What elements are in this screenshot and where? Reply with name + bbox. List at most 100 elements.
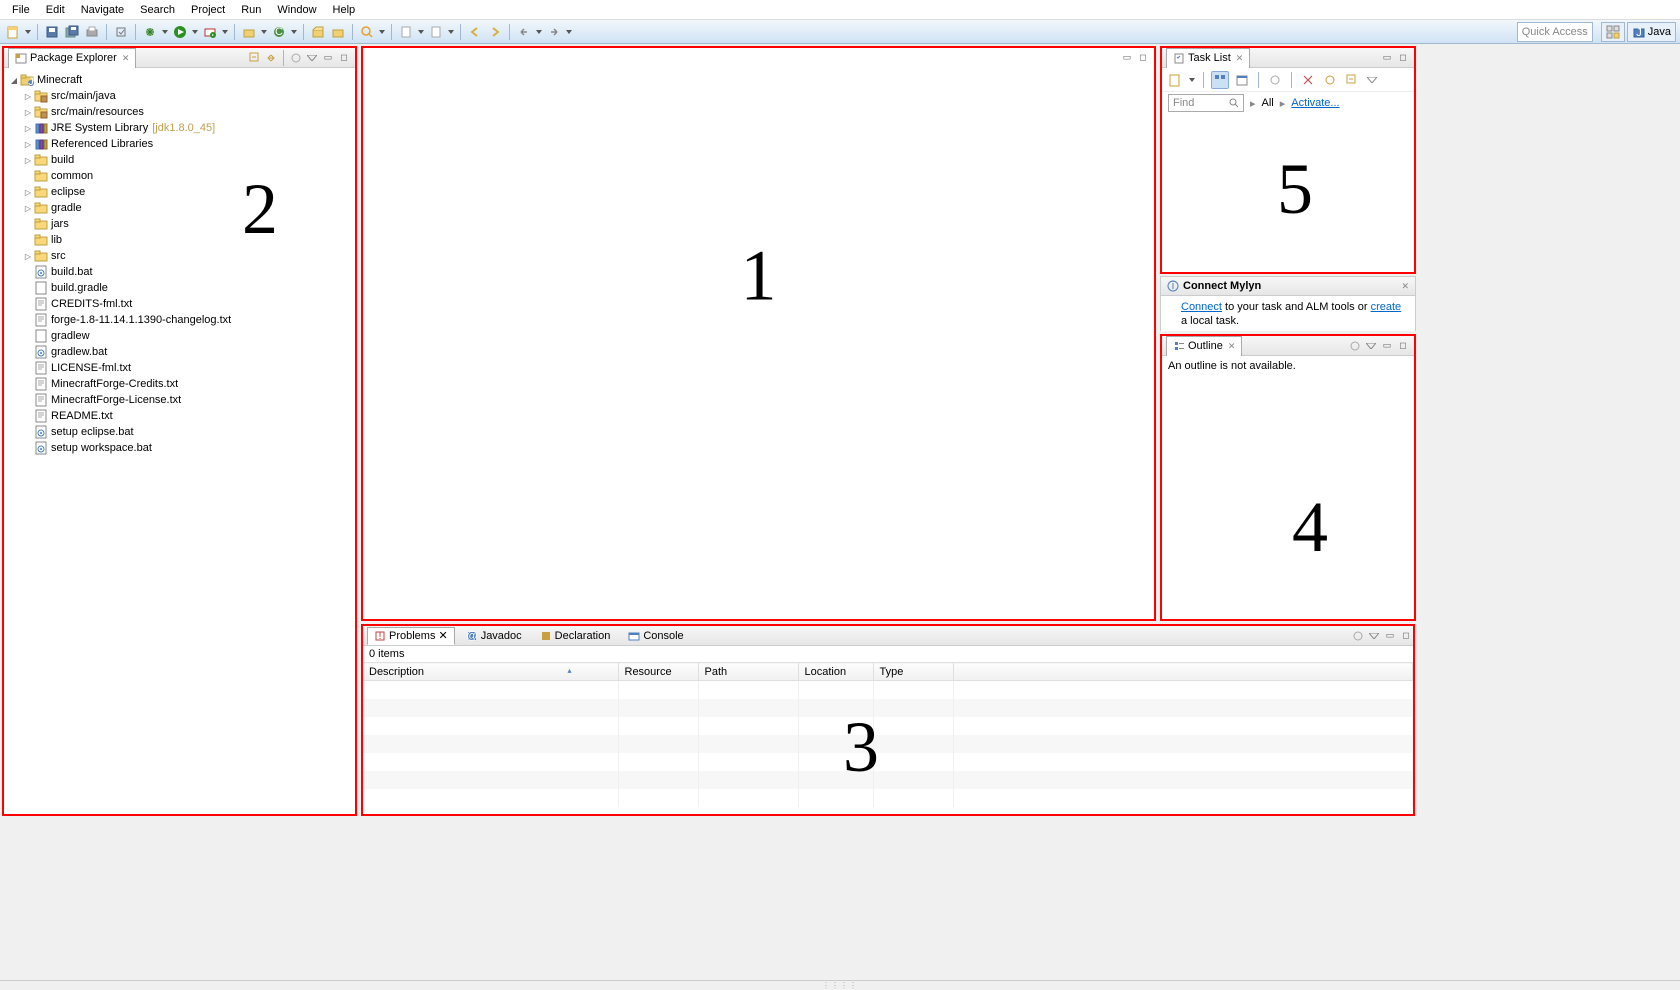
maximize-icon[interactable]: ◻ bbox=[1136, 50, 1150, 64]
tree-item[interactable]: ▷JRE System Library[jdk1.8.0_45] bbox=[4, 120, 355, 136]
collapse-icon[interactable]: ◢ bbox=[8, 76, 20, 85]
minimize-icon[interactable]: ▭ bbox=[1380, 339, 1394, 353]
activate-link[interactable]: Activate... bbox=[1291, 97, 1339, 109]
search-icon[interactable] bbox=[358, 23, 376, 41]
run-last-icon[interactable] bbox=[201, 23, 219, 41]
column-resource[interactable]: Resource bbox=[618, 663, 698, 681]
tree-item[interactable]: ▷build bbox=[4, 152, 355, 168]
tree-item[interactable]: gradlew bbox=[4, 328, 355, 344]
focus-task-icon[interactable] bbox=[289, 51, 303, 65]
create-link[interactable]: create bbox=[1371, 301, 1402, 313]
column-location[interactable]: Location bbox=[798, 663, 873, 681]
focus-icon[interactable] bbox=[1348, 339, 1362, 353]
tree-item[interactable]: ▷src/main/resources bbox=[4, 104, 355, 120]
quick-access-input[interactable]: Quick Access bbox=[1517, 22, 1593, 42]
column-path[interactable]: Path bbox=[698, 663, 798, 681]
menu-navigate[interactable]: Navigate bbox=[73, 2, 132, 18]
column-type[interactable]: Type bbox=[873, 663, 953, 681]
tree-item[interactable]: LICENSE-fml.txt bbox=[4, 360, 355, 376]
dropdown-icon[interactable] bbox=[565, 23, 573, 41]
menu-file[interactable]: File bbox=[4, 2, 38, 18]
new-task-icon[interactable] bbox=[1166, 71, 1184, 89]
menu-project[interactable]: Project bbox=[183, 2, 233, 18]
view-menu-icon[interactable] bbox=[1367, 629, 1381, 643]
minimize-icon[interactable]: ▭ bbox=[1120, 50, 1134, 64]
tree-project-root[interactable]: ◢ J Minecraft bbox=[4, 72, 355, 88]
collapse-all-icon[interactable] bbox=[1343, 71, 1361, 89]
run-icon[interactable] bbox=[171, 23, 189, 41]
toggle-mark-icon[interactable] bbox=[397, 23, 415, 41]
maximize-icon[interactable]: ◻ bbox=[1396, 339, 1410, 353]
minimize-icon[interactable]: ▭ bbox=[1383, 629, 1397, 643]
maximize-icon[interactable]: ◻ bbox=[1399, 629, 1413, 643]
dropdown-icon[interactable] bbox=[447, 23, 455, 41]
package-explorer-tab[interactable]: Package Explorer ✕ bbox=[8, 48, 136, 68]
maximize-icon[interactable]: ◻ bbox=[1396, 51, 1410, 65]
tree-item[interactable]: ▷src/main/java bbox=[4, 88, 355, 104]
expand-icon[interactable]: ▷ bbox=[22, 140, 34, 149]
sync-icon[interactable] bbox=[1321, 71, 1339, 89]
project-tree[interactable]: ◢ J Minecraft ▷src/main/java▷src/main/re… bbox=[4, 68, 355, 460]
menu-help[interactable]: Help bbox=[325, 2, 364, 18]
dropdown-icon[interactable] bbox=[260, 23, 268, 41]
menu-search[interactable]: Search bbox=[132, 2, 183, 18]
tree-item[interactable]: MinecraftForge-Credits.txt bbox=[4, 376, 355, 392]
categorized-icon[interactable] bbox=[1211, 71, 1229, 89]
dropdown-icon[interactable] bbox=[535, 23, 543, 41]
minimize-icon[interactable]: ▭ bbox=[1380, 51, 1394, 65]
find-input[interactable]: Find bbox=[1168, 94, 1244, 112]
editor-area[interactable]: ▭ ◻ 1 bbox=[361, 46, 1156, 621]
menu-run[interactable]: Run bbox=[233, 2, 269, 18]
all-link[interactable]: All bbox=[1262, 97, 1274, 109]
view-menu-icon[interactable] bbox=[1364, 339, 1378, 353]
close-icon[interactable]: ✕ bbox=[1236, 53, 1244, 64]
new-class-icon[interactable]: C bbox=[270, 23, 288, 41]
close-icon[interactable]: ✕ bbox=[438, 629, 447, 642]
close-icon[interactable]: ✕ bbox=[1401, 281, 1409, 292]
forward-icon[interactable] bbox=[486, 23, 504, 41]
java-perspective-button[interactable]: J Java bbox=[1627, 22, 1676, 42]
maximize-icon[interactable]: ◻ bbox=[337, 51, 351, 65]
tree-item[interactable]: README.txt bbox=[4, 408, 355, 424]
save-icon[interactable] bbox=[43, 23, 61, 41]
focus-icon[interactable] bbox=[1266, 71, 1284, 89]
problems-table[interactable]: Description ▴ Resource Path Location Typ… bbox=[363, 662, 1413, 807]
tree-item[interactable]: common bbox=[4, 168, 355, 184]
open-task-icon[interactable] bbox=[329, 23, 347, 41]
dropdown-icon[interactable] bbox=[290, 23, 298, 41]
outline-tab[interactable]: Outline ✕ bbox=[1166, 336, 1242, 356]
expand-icon[interactable]: ▷ bbox=[22, 252, 34, 261]
focus-icon[interactable] bbox=[1351, 629, 1365, 643]
tree-item[interactable]: jars bbox=[4, 216, 355, 232]
collapse-all-icon[interactable] bbox=[248, 51, 262, 65]
console-tab[interactable]: Console bbox=[621, 627, 690, 645]
scheduled-icon[interactable] bbox=[1233, 71, 1251, 89]
tree-item[interactable]: CREDITS-fml.txt bbox=[4, 296, 355, 312]
expand-icon[interactable]: ▸ bbox=[1250, 97, 1256, 110]
tree-item[interactable]: ▷gradle bbox=[4, 200, 355, 216]
problems-tab[interactable]: ! Problems ✕ bbox=[367, 627, 455, 645]
open-type-icon[interactable] bbox=[309, 23, 327, 41]
build-icon[interactable] bbox=[112, 23, 130, 41]
tree-item[interactable]: gradlew.bat bbox=[4, 344, 355, 360]
view-menu-icon[interactable] bbox=[305, 51, 319, 65]
tree-item[interactable]: build.gradle bbox=[4, 280, 355, 296]
view-menu-icon[interactable] bbox=[1365, 73, 1379, 87]
resize-handle-icon[interactable]: ⋮⋮⋮⋮ bbox=[822, 981, 858, 990]
expand-icon[interactable]: ▷ bbox=[22, 108, 34, 117]
nav-forward-icon[interactable] bbox=[545, 23, 563, 41]
link-editor-icon[interactable] bbox=[264, 51, 278, 65]
new-package-icon[interactable] bbox=[240, 23, 258, 41]
save-all-icon[interactable] bbox=[63, 23, 81, 41]
print-icon[interactable] bbox=[83, 23, 101, 41]
open-perspective-button[interactable] bbox=[1601, 22, 1625, 42]
nav-back-icon[interactable] bbox=[515, 23, 533, 41]
debug-dropdown-icon[interactable] bbox=[161, 23, 169, 41]
minimize-icon[interactable]: ▭ bbox=[321, 51, 335, 65]
javadoc-tab[interactable]: @ Javadoc bbox=[459, 627, 529, 645]
dropdown-icon[interactable] bbox=[378, 23, 386, 41]
tree-item[interactable]: setup eclipse.bat bbox=[4, 424, 355, 440]
next-annotation-icon[interactable] bbox=[427, 23, 445, 41]
expand-icon[interactable]: ▷ bbox=[22, 92, 34, 101]
expand-icon[interactable]: ▷ bbox=[22, 124, 34, 133]
